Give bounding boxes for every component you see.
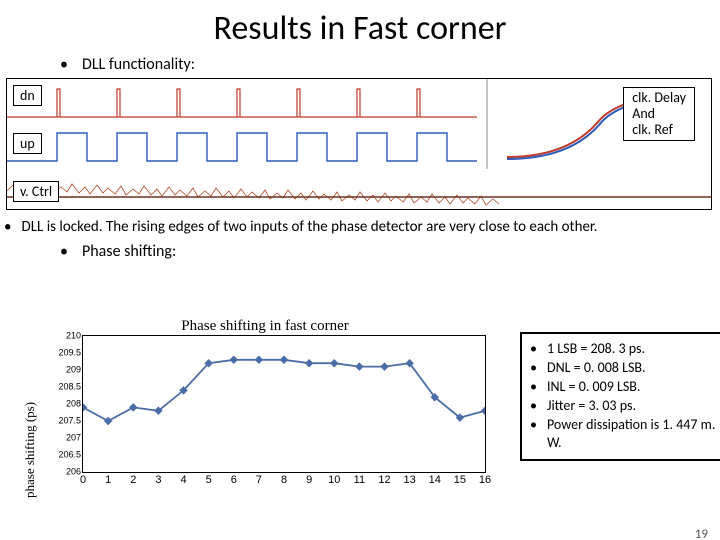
x-tick: 7 <box>256 474 262 486</box>
label-vctrl: v. Ctrl <box>13 181 59 202</box>
y-tick: 206.5 <box>58 451 81 460</box>
spec-jit: Jitter = 3. 03 ps. <box>547 397 636 416</box>
phase-chart: Phase shifting in fast corner phase shif… <box>30 318 500 508</box>
bullet-dot-icon: • <box>60 242 68 261</box>
x-tick: 8 <box>281 474 287 486</box>
x-tick: 14 <box>429 474 441 486</box>
y-tick: 209.5 <box>58 349 81 358</box>
bullet-dot-icon: • <box>530 397 537 416</box>
bullet-dll-func: • DLL functionality: <box>60 55 720 74</box>
bullet-dot-icon: • <box>530 416 537 454</box>
specs-box: • 1 LSB = 208. 3 ps. • DNL = 0. 008 LSB. •… <box>520 332 720 461</box>
bullet-dot-icon: • <box>60 55 68 74</box>
x-tick: 15 <box>454 474 466 486</box>
page-number: 19 <box>695 527 708 540</box>
spec-inl: INL = 0. 009 LSB. <box>547 378 640 397</box>
x-tick: 1 <box>105 474 111 486</box>
spec-dnl: DNL = 0. 008 LSB. <box>547 359 646 378</box>
chart-svg <box>83 336 485 472</box>
waveform-svg <box>7 79 711 209</box>
bullet-dot-icon: • <box>4 218 11 236</box>
y-tick: 207.5 <box>58 417 81 426</box>
x-tick: 2 <box>130 474 136 486</box>
page-title: Results in Fast corner <box>0 8 720 49</box>
label-clk: clk. Delay And clk. Ref <box>623 87 695 141</box>
x-tick: 11 <box>354 474 365 486</box>
x-tick: 6 <box>231 474 237 486</box>
y-axis-label: phase shifting (ps) <box>22 402 38 498</box>
x-tick: 10 <box>328 474 340 486</box>
y-tick: 208 <box>66 400 81 409</box>
x-tick: 5 <box>206 474 212 486</box>
bullet-dot-icon: • <box>530 359 537 378</box>
y-tick: 210 <box>66 332 81 341</box>
label-dn: dn <box>13 85 42 106</box>
spec-lsb: 1 LSB = 208. 3 ps. <box>547 340 645 359</box>
y-tick: 207 <box>66 434 81 443</box>
bullet-dot-icon: • <box>530 340 537 359</box>
y-tick: 209 <box>66 366 81 375</box>
chart-title: Phase shifting in fast corner <box>30 318 500 335</box>
x-tick: 13 <box>404 474 416 486</box>
spec-pow: Power dissipation is 1. 447 m. W. <box>547 416 720 454</box>
bullet-dll-func-text: DLL functionality: <box>82 55 195 74</box>
x-tick: 9 <box>306 474 312 486</box>
chart-plot-area: 206206.5207207.5208208.5209209.521001234… <box>82 335 486 473</box>
x-tick: 4 <box>180 474 186 486</box>
locked-text: DLL is locked. The rising edges of two i… <box>21 218 597 236</box>
label-up: up <box>13 133 42 154</box>
x-tick: 16 <box>479 474 491 486</box>
bullet-dot-icon: • <box>530 378 537 397</box>
y-tick: 208.5 <box>58 383 81 392</box>
bullet-phase: • Phase shifting: <box>60 242 720 261</box>
bullet-locked: • DLL is locked. The rising edges of two… <box>4 218 720 236</box>
x-tick: 0 <box>80 474 86 486</box>
x-tick: 12 <box>378 474 390 486</box>
waveform-screenshot: dn up v. Ctrl clk. Delay And clk. Ref <box>6 78 712 210</box>
y-tick: 206 <box>66 468 81 477</box>
x-tick: 3 <box>155 474 161 486</box>
bullet-phase-text: Phase shifting: <box>82 242 176 261</box>
